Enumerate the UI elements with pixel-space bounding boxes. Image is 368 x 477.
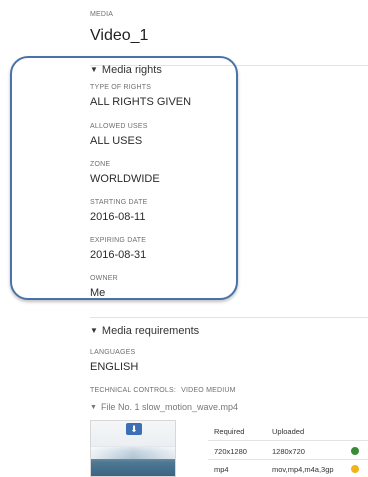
technical-controls-label: TECHNICAL CONTROLS: <box>90 387 176 394</box>
owner-label: OWNER <box>90 275 118 282</box>
zone-label: ZONE <box>90 161 111 168</box>
media-requirements-toggle[interactable]: ▼ Media requirements <box>90 325 199 337</box>
table-row-1-required: 720x1280 <box>214 447 247 456</box>
triangle-down-icon: ▼ <box>90 404 97 411</box>
media-requirements-heading: Media requirements <box>101 325 200 337</box>
table-row-divider <box>208 459 368 460</box>
owner-value: Me <box>90 287 106 299</box>
type-of-rights-label: TYPE OF RIGHTS <box>90 84 152 91</box>
type-of-rights-value: ALL RIGHTS GIVEN <box>90 96 192 108</box>
download-icon[interactable]: ⬇ <box>126 423 142 435</box>
table-header-required: Required <box>214 427 245 436</box>
check-circle-icon <box>351 447 359 455</box>
media-requirements-divider <box>90 317 368 318</box>
zone-value: WORLDWIDE <box>90 173 160 185</box>
allowed-uses-label: ALLOWED USES <box>90 123 148 130</box>
triangle-down-icon: ▼ <box>90 326 98 335</box>
languages-label: LANGUAGES <box>90 349 136 356</box>
video-thumbnail[interactable]: ⬇ <box>90 420 176 477</box>
page-title: Video_1 <box>90 27 149 44</box>
languages-value: ENGLISH <box>90 361 139 373</box>
table-row-2-uploaded: mov,mp4,m4a,3gp <box>272 465 334 474</box>
file-toggle[interactable]: ▼ File No. 1 slow_motion_wave.mp4 <box>90 402 238 412</box>
media-rights-heading: Media rights <box>101 64 162 76</box>
triangle-down-icon: ▼ <box>90 65 98 74</box>
table-row-1-uploaded: 1280x720 <box>272 447 305 456</box>
table-row-2-required: mp4 <box>214 465 229 474</box>
allowed-uses-value: ALL USES <box>90 135 143 147</box>
thumbnail-wave <box>91 447 175 459</box>
warning-circle-icon <box>351 465 359 473</box>
expiring-date-label: EXPIRING DATE <box>90 237 147 244</box>
technical-controls: TECHNICAL CONTROLS: VIDEO MEDIUM <box>90 387 236 394</box>
file-heading: File No. 1 slow_motion_wave.mp4 <box>100 402 238 412</box>
table-header-uploaded: Uploaded <box>272 427 305 436</box>
technical-controls-value: VIDEO MEDIUM <box>181 387 236 394</box>
media-section-label: MEDIA <box>90 11 114 18</box>
starting-date-label: STARTING DATE <box>90 199 148 206</box>
table-header-divider <box>208 440 368 441</box>
starting-date-value: 2016-08-11 <box>90 211 146 223</box>
media-rights-toggle[interactable]: ▼ Media rights <box>90 64 162 76</box>
expiring-date-value: 2016-08-31 <box>90 249 147 261</box>
